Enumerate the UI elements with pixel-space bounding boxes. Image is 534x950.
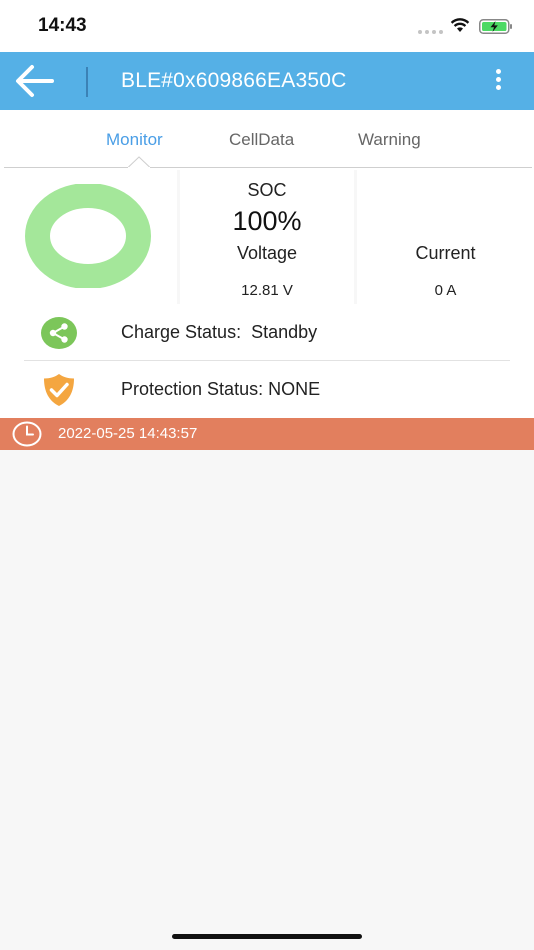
status-time: 14:43 [38,15,87,36]
arrow-left-icon [16,65,54,97]
clock-icon [12,421,42,447]
charge-status-text: Charge Status: Standby [121,322,318,342]
soc-label: SOC [247,180,287,200]
current-value: 0 A [434,282,457,299]
cellular-signal-icon [418,30,443,34]
tab-monitor[interactable]: Monitor [106,130,163,150]
more-menu-button[interactable] [487,66,509,96]
tab-bar: Monitor CellData Warning [0,110,534,170]
protection-status-row: Protection Status: NONE [0,361,534,418]
home-indicator[interactable] [172,934,362,939]
battery-charging-icon [479,19,512,34]
device-title: BLE#0x609866EA350C [121,69,347,92]
voltage-label: Voltage [236,243,298,263]
voltage-value: 12.81 V [241,282,293,299]
status-list: Charge Status: Standby Protection Status… [0,304,534,418]
soc-gauge-cell [0,170,177,304]
protection-status-text: Protection Status: NONE [121,379,321,399]
soc-ring-gauge [25,184,151,288]
share-icon [41,317,77,349]
app-bar-divider [86,67,88,97]
status-bar: 14:43 [0,0,534,52]
shield-check-icon [44,374,74,406]
soc-value: 100% [232,206,302,236]
tab-celldata[interactable]: CellData [229,130,294,150]
soc-voltage-cell: SOC 100% Voltage 12.81 V [180,170,354,304]
current-label: Current [415,243,476,263]
timestamp-bar: 2022-05-25 14:43:57 [0,418,534,450]
more-vertical-icon [487,69,509,90]
app-bar: BLE#0x609866EA350C [0,52,534,110]
charge-status-row: Charge Status: Standby [0,304,534,361]
back-button[interactable] [14,64,54,98]
tab-underline [4,167,532,168]
current-cell: Current 0 A [357,170,534,304]
last-update-timestamp: 2022-05-25 14:43:57 [58,425,198,442]
monitor-panel: SOC 100% Voltage 12.81 V Current 0 A [0,170,534,304]
tab-warning[interactable]: Warning [358,130,421,150]
wifi-icon [450,18,470,32]
active-tab-indicator [128,156,150,168]
